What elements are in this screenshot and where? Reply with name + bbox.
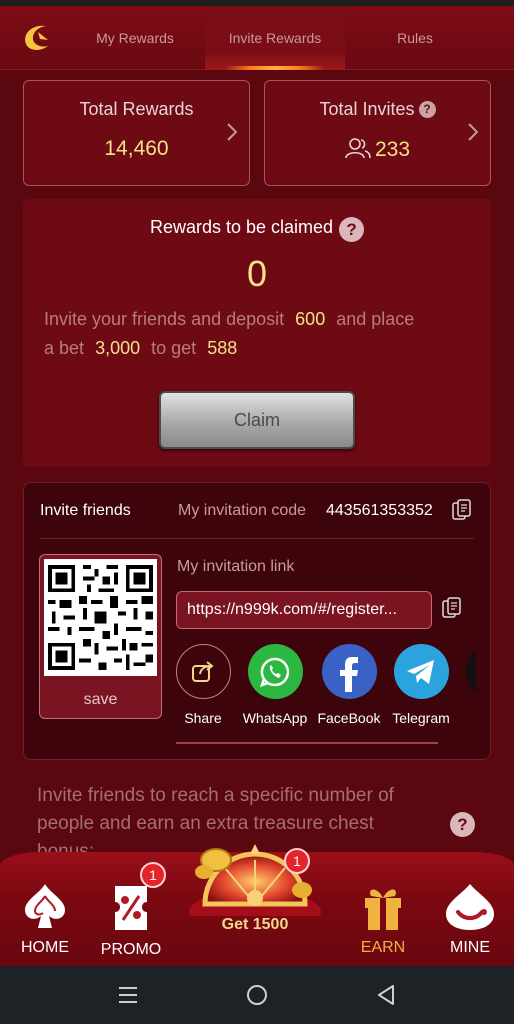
wheel-badge: 1 bbox=[284, 848, 310, 874]
total-invites-card[interactable]: Total Invites? 233 bbox=[264, 80, 491, 186]
wheel-label: Get 1500 bbox=[221, 916, 289, 933]
tab-rules[interactable]: Rules bbox=[360, 6, 470, 70]
nav-home[interactable]: HOME bbox=[14, 882, 76, 957]
copy-code-icon[interactable] bbox=[452, 499, 472, 523]
total-invites-value: 233 bbox=[374, 138, 411, 161]
invite-friends-label: Invite friends bbox=[40, 502, 131, 519]
save-qr-button[interactable]: save bbox=[40, 691, 161, 709]
nav-mine-label: MINE bbox=[450, 939, 490, 956]
mine-icon bbox=[446, 884, 494, 930]
total-rewards-card[interactable]: Total Rewards 14,460 bbox=[23, 80, 250, 186]
facebook-icon bbox=[340, 656, 358, 692]
more-share-button[interactable] bbox=[458, 644, 476, 699]
help-icon[interactable]: ? bbox=[339, 217, 365, 242]
deposit-amount: 600 bbox=[295, 309, 326, 329]
nav-mine[interactable]: MINE bbox=[438, 882, 502, 957]
bet-amount: 3,000 bbox=[95, 338, 141, 358]
gift-icon bbox=[365, 889, 401, 930]
home-circle-icon[interactable] bbox=[246, 984, 268, 1006]
nav-earn-label: EARN bbox=[360, 939, 406, 956]
divider bbox=[40, 538, 474, 539]
tab-my-rewards[interactable]: My Rewards bbox=[80, 6, 190, 70]
telegram-label: Telegram bbox=[392, 710, 450, 726]
spade-icon bbox=[25, 884, 65, 928]
claim-button[interactable]: Claim bbox=[159, 391, 355, 449]
invitation-link-label: My invitation link bbox=[177, 558, 295, 575]
chevron-right-icon bbox=[468, 123, 478, 141]
telegram-icon bbox=[407, 659, 434, 684]
desc-text: a bet bbox=[44, 338, 85, 358]
desc-text: and place bbox=[336, 309, 415, 329]
claim-panel: Rewards to be claimed? 0 Invite your fri… bbox=[23, 199, 491, 467]
nav-promo[interactable]: PROMO 1 bbox=[100, 862, 166, 959]
share-button[interactable]: Share bbox=[176, 644, 238, 726]
desc-text: to get bbox=[151, 338, 197, 358]
help-icon[interactable]: ? bbox=[418, 101, 436, 118]
top-tab-bar: My Rewards Invite Rewards Rules bbox=[0, 6, 514, 70]
facebook-label: FaceBook bbox=[317, 710, 381, 726]
share-label: Share bbox=[184, 710, 222, 726]
desc-text: Invite your friends and deposit bbox=[44, 309, 285, 329]
qr-code-image bbox=[44, 559, 157, 676]
promo-badge: 1 bbox=[140, 862, 166, 888]
total-invites-label: Total Invites bbox=[319, 99, 415, 119]
invite-panel: Invite friends My invitation code 443561… bbox=[23, 482, 491, 760]
nav-earn[interactable]: EARN bbox=[352, 882, 414, 957]
copy-link-icon[interactable] bbox=[442, 597, 462, 621]
total-rewards-value: 14,460 bbox=[104, 137, 169, 160]
reward-amount: 588 bbox=[207, 338, 238, 358]
claim-description: Invite your friends and deposit 600 and … bbox=[44, 305, 470, 363]
telegram-button[interactable]: Telegram bbox=[386, 644, 456, 726]
back-icon[interactable] bbox=[376, 984, 396, 1006]
tab-invite-rewards[interactable]: Invite Rewards bbox=[205, 6, 345, 70]
whatsapp-icon bbox=[260, 657, 290, 687]
facebook-button[interactable]: FaceBook bbox=[314, 644, 384, 726]
claim-title: Rewards to be claimed bbox=[149, 217, 334, 237]
scroll-indicator bbox=[176, 742, 438, 744]
invitation-code-label: My invitation code bbox=[178, 502, 307, 519]
help-icon[interactable]: ? bbox=[450, 812, 475, 837]
qr-code-card[interactable]: save bbox=[39, 554, 162, 719]
chevron-right-icon bbox=[227, 123, 237, 141]
claim-amount: 0 bbox=[246, 253, 268, 294]
total-rewards-label: Total Rewards bbox=[79, 99, 194, 119]
recent-apps-icon[interactable] bbox=[118, 986, 138, 1004]
system-nav-bar bbox=[0, 966, 514, 1024]
share-options: Share WhatsApp FaceBook Telegram bbox=[176, 644, 476, 728]
nav-home-label: HOME bbox=[21, 939, 69, 956]
invitation-code: 443561353352 bbox=[326, 502, 433, 519]
whatsapp-label: WhatsApp bbox=[242, 710, 308, 726]
invitation-link-field[interactable]: https://n999k.com/#/register... bbox=[176, 591, 432, 629]
lucky-wheel-button[interactable]: 1 Get 1500 bbox=[180, 820, 330, 966]
users-icon bbox=[345, 138, 371, 159]
promo-coupon-icon bbox=[115, 886, 147, 930]
share-icon bbox=[192, 660, 214, 682]
nav-promo-label: PROMO bbox=[100, 941, 162, 958]
whatsapp-button[interactable]: WhatsApp bbox=[240, 644, 310, 726]
app-logo-icon[interactable] bbox=[18, 20, 54, 56]
